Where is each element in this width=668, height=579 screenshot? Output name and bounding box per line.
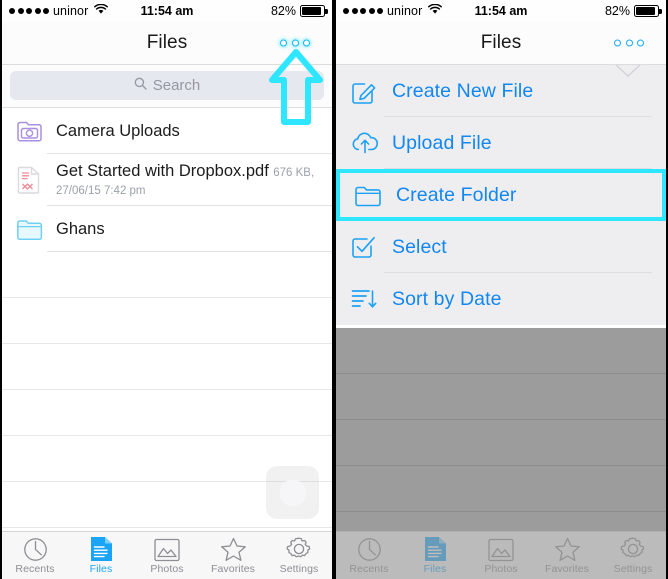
dimmed-tabbar-overlay <box>336 531 666 579</box>
empty-row <box>2 298 332 344</box>
document-icon <box>90 536 113 562</box>
checkbox-check-icon <box>350 234 384 260</box>
tab-label: Favorites <box>210 563 256 575</box>
signal-strength-icon <box>343 8 383 14</box>
menu-item-sort-by-date[interactable]: Sort by Date <box>336 273 666 325</box>
menu-item-label: Sort by Date <box>392 287 502 310</box>
wifi-icon <box>428 3 443 18</box>
carrier-label: uninor <box>53 4 89 18</box>
status-bar: uninor 11:54 am 82% <box>336 0 666 22</box>
empty-row <box>2 344 332 390</box>
compose-icon <box>350 78 384 105</box>
empty-row <box>2 390 332 436</box>
menu-item-select[interactable]: Select <box>336 221 666 273</box>
tab-files[interactable]: Files <box>68 536 134 575</box>
tab-label: Files <box>89 563 113 575</box>
gear-icon <box>286 536 312 562</box>
pdf-file-icon <box>12 166 46 194</box>
folder-icon <box>12 218 46 241</box>
menu-item-create-folder[interactable]: Create Folder <box>336 169 666 221</box>
page-title: Files <box>480 32 522 53</box>
file-name: Camera Uploads <box>56 121 180 140</box>
status-bar: uninor 11:54 am 82% <box>2 0 332 22</box>
file-name: Ghans <box>56 219 105 238</box>
status-bar-right: 82% <box>270 4 328 18</box>
menu-item-label: Create New File <box>392 79 534 102</box>
signal-strength-icon <box>9 8 49 14</box>
tab-bar: Recents Files <box>2 531 332 579</box>
camera-folder-icon <box>12 119 46 143</box>
empty-row <box>336 328 666 374</box>
status-bar-right: 82% <box>604 4 662 18</box>
up-arrow-annotation <box>268 48 324 131</box>
action-menu: Create New File Upload File Create Folde… <box>336 65 666 325</box>
battery-icon <box>634 5 662 17</box>
row-separator <box>47 251 332 252</box>
dimmed-content-overlay[interactable] <box>336 328 666 558</box>
list-item[interactable]: Get Started with Dropbox.pdf 676 KB, 27/… <box>2 154 332 206</box>
folder-icon <box>354 183 388 207</box>
menu-item-upload-file[interactable]: Upload File <box>336 117 666 169</box>
empty-row <box>336 374 666 420</box>
empty-row <box>336 466 666 512</box>
menu-item-label: Select <box>392 235 447 258</box>
assistive-touch-button[interactable] <box>266 466 319 519</box>
search-placeholder: Search <box>152 77 201 94</box>
carrier-label: uninor <box>387 4 423 18</box>
wifi-icon <box>94 3 109 18</box>
empty-row <box>2 252 332 298</box>
cloud-upload-icon <box>350 131 384 155</box>
navigation-bar: Files <box>336 22 666 65</box>
menu-item-label: Create Folder <box>396 183 517 206</box>
phone-screen-left: uninor 11:54 am 82% Files Search Camera … <box>2 0 332 579</box>
tab-label: Settings <box>279 563 319 575</box>
list-item-text: Ghans <box>46 220 105 239</box>
photo-icon <box>154 536 180 562</box>
tab-photos[interactable]: Photos <box>134 536 200 575</box>
star-icon <box>220 536 247 562</box>
tab-settings[interactable]: Settings <box>266 536 332 575</box>
sort-descending-icon <box>350 287 384 311</box>
search-icon <box>134 77 147 95</box>
phone-screen-right: uninor 11:54 am 82% Files Create New Fil… <box>336 0 666 579</box>
battery-icon <box>300 5 328 17</box>
list-item-text: Camera Uploads <box>46 122 180 141</box>
page-title: Files <box>146 32 188 53</box>
list-item[interactable]: Ghans <box>2 206 332 252</box>
screenshot-stage: uninor 11:54 am 82% Files Search Camera … <box>0 0 668 579</box>
battery-percent-label: 82% <box>270 4 296 18</box>
file-list: Camera Uploads Get Started with Dropbox.… <box>2 108 332 528</box>
more-options-icon[interactable] <box>608 35 650 52</box>
menu-item-label: Upload File <box>392 131 492 154</box>
clock-icon <box>23 536 48 562</box>
status-bar-left: uninor <box>9 3 109 18</box>
list-item-text: Get Started with Dropbox.pdf 676 KB, 27/… <box>46 162 332 199</box>
tab-label: Photos <box>150 563 184 575</box>
tab-bar: Recents Files <box>336 531 666 579</box>
tab-label: Recents <box>15 563 55 575</box>
status-bar-left: uninor <box>343 3 443 18</box>
tab-recents[interactable]: Recents <box>2 536 68 575</box>
battery-percent-label: 82% <box>604 4 630 18</box>
file-name: Get Started with Dropbox.pdf <box>56 161 269 180</box>
tab-favorites[interactable]: Favorites <box>200 536 266 575</box>
menu-item-create-new-file[interactable]: Create New File <box>336 65 666 117</box>
empty-row <box>336 420 666 466</box>
